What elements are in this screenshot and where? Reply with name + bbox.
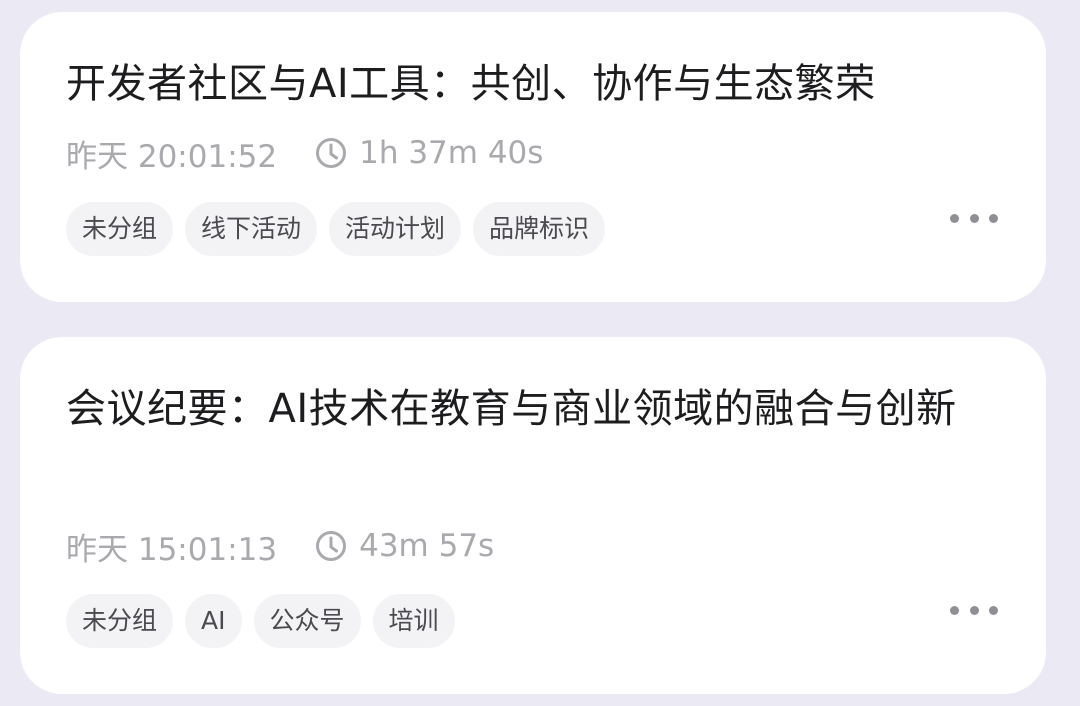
recording-title[interactable]: 会议纪要：AI技术在教育与商业领域的融合与创新 bbox=[66, 377, 966, 441]
tag-chip[interactable]: 未分组 bbox=[66, 202, 174, 256]
dot bbox=[989, 605, 998, 615]
tag-chip[interactable]: 线下活动 bbox=[185, 202, 318, 256]
dot bbox=[950, 213, 959, 223]
clock-icon bbox=[315, 137, 347, 169]
recording-date: 昨天 20:01:52 bbox=[66, 138, 278, 175]
tag-chip[interactable]: 活动计划 bbox=[329, 202, 462, 256]
tag-chip[interactable]: 培训 bbox=[372, 594, 455, 648]
dot bbox=[969, 605, 979, 615]
recording-card[interactable]: 会议纪要：AI技术在教育与商业领域的融合与创新 昨天 15:01:13 43m … bbox=[20, 337, 1046, 694]
recording-meta: 昨天 20:01:52 1h 37m 40s bbox=[66, 131, 543, 175]
recording-date: 昨天 15:01:13 bbox=[66, 531, 278, 568]
tag-list: 未分组 AI 公众号 培训 bbox=[66, 594, 455, 648]
tag-chip[interactable]: 公众号 bbox=[253, 594, 361, 648]
recording-meta: 昨天 15:01:13 43m 57s bbox=[66, 524, 494, 568]
recording-card[interactable]: 开发者社区与AI工具：共创、协作与生态繁荣 昨天 20:01:52 1h 37m… bbox=[20, 12, 1046, 302]
tag-chip[interactable]: 未分组 bbox=[66, 594, 174, 648]
clock-icon bbox=[315, 530, 347, 562]
recording-duration: 43m 57s bbox=[359, 528, 495, 564]
dot bbox=[969, 213, 979, 223]
more-dots-icon[interactable] bbox=[950, 208, 998, 228]
tag-chip[interactable]: 品牌标识 bbox=[473, 202, 606, 256]
more-dots-icon[interactable] bbox=[950, 600, 998, 620]
dot bbox=[989, 213, 998, 223]
recording-duration: 1h 37m 40s bbox=[359, 135, 544, 171]
tag-list: 未分组 线下活动 活动计划 品牌标识 bbox=[66, 202, 606, 256]
recording-title[interactable]: 开发者社区与AI工具：共创、协作与生态繁荣 bbox=[66, 52, 966, 116]
tag-chip[interactable]: AI bbox=[185, 594, 242, 648]
dot bbox=[950, 605, 959, 615]
recording-list: 开发者社区与AI工具：共创、协作与生态繁荣 昨天 20:01:52 1h 37m… bbox=[0, 0, 1080, 706]
